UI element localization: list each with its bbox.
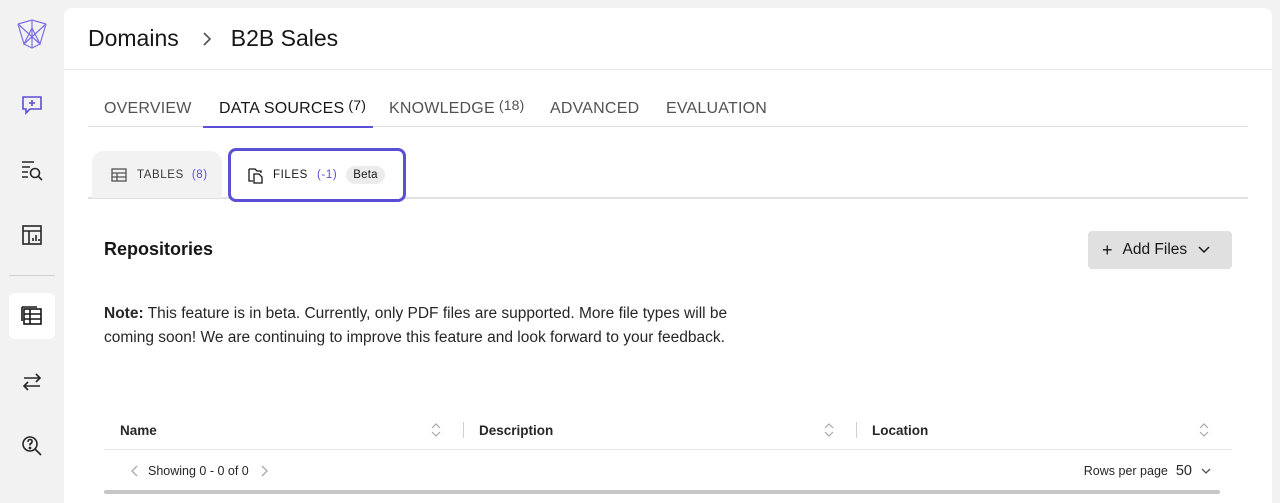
chevron-down-icon [1197, 245, 1211, 255]
table-icon [21, 306, 42, 325]
subtab-files[interactable]: FILES (-1) Beta [228, 148, 406, 202]
chevron-right-icon [201, 30, 213, 48]
subtab-label: TABLES [137, 168, 184, 181]
sidebar-divider [9, 275, 55, 276]
tab-data-sources[interactable]: DATA SOURCES (7) [203, 88, 373, 128]
column-header-name[interactable]: Name [120, 410, 157, 450]
subtab-count: (8) [191, 168, 208, 181]
plus-icon: + [1102, 240, 1113, 260]
transfer-button[interactable] [9, 359, 55, 405]
horizontal-scrollbar[interactable] [104, 490, 1220, 494]
main-tabs: OVERVIEW DATA SOURCES (7) KNOWLEDGE (18) A… [88, 88, 1248, 128]
app-logo-icon[interactable] [14, 16, 50, 52]
beta-note: Note: This feature is in beta. Currently… [104, 302, 734, 350]
search-list-icon [22, 161, 43, 181]
chart-table-icon [22, 225, 42, 245]
chat-plus-icon [22, 96, 42, 115]
tab-advanced[interactable]: ADVANCED [534, 88, 644, 127]
column-header-location[interactable]: Location [872, 410, 928, 450]
help-search-icon [22, 436, 42, 456]
note-prefix: Note: [104, 305, 144, 322]
chevron-down-icon[interactable] [1200, 466, 1212, 476]
next-page-icon[interactable] [259, 464, 269, 478]
tab-label: ADVANCED [550, 100, 640, 117]
tab-label: DATA SOURCES [219, 100, 345, 117]
table-icon [111, 167, 127, 182]
breadcrumb-current: B2B Sales [230, 25, 339, 51]
search-button[interactable] [9, 147, 55, 193]
column-divider [856, 422, 857, 438]
tab-label: OVERVIEW [104, 100, 192, 117]
column-header-description[interactable]: Description [479, 410, 553, 450]
note-text: This feature is in beta. Currently, only… [104, 305, 728, 346]
main-panel: Domains B2B Sales OVERVIEW DATA SOURCES(… [64, 8, 1272, 503]
beta-badge: Beta [346, 166, 385, 184]
file-copy-icon [248, 168, 263, 184]
prev-page-icon[interactable] [130, 464, 140, 478]
subtab-count: (-1) [316, 169, 338, 181]
tab-label: KNOWLEDGE [389, 100, 495, 117]
breadcrumb: Domains B2B Sales [64, 8, 1272, 70]
arrows-icon [22, 373, 42, 391]
data-source-subtabs: TABLES (8) FILES (-1) Beta [88, 148, 1248, 202]
tab-label: EVALUATION [666, 100, 767, 117]
table-header: Name Description Location [104, 410, 1232, 450]
subtab-tables[interactable]: TABLES (8) [92, 151, 222, 198]
add-files-button[interactable]: + Add Files [1088, 231, 1232, 269]
new-chat-button[interactable] [9, 82, 55, 128]
rows-per-page-label: Rows per page [1083, 464, 1168, 478]
tab-count: (18) [498, 97, 525, 113]
add-files-label: Add Files [1122, 241, 1188, 258]
subtab-label: FILES [273, 169, 308, 181]
sort-icon[interactable] [430, 421, 442, 439]
tab-overview[interactable]: OVERVIEW [88, 88, 200, 127]
tab-count: (7) [348, 97, 367, 113]
tab-knowledge[interactable]: KNOWLEDGE (18) [373, 88, 525, 127]
tab-evaluation[interactable]: EVALUATION [650, 88, 780, 127]
help-search-button[interactable] [9, 423, 55, 469]
breadcrumb-root[interactable]: Domains [88, 25, 179, 52]
sidebar [0, 0, 64, 503]
section-title: Repositories [104, 239, 214, 259]
domains-button[interactable] [9, 293, 55, 339]
pagination: Showing 0 - 0 of 0 Rows per page 50 [104, 460, 1232, 484]
sort-icon[interactable] [823, 421, 835, 439]
pagination-status: Showing 0 - 0 of 0 [148, 464, 249, 478]
column-divider [463, 422, 464, 438]
dashboard-button[interactable] [9, 212, 55, 258]
sort-icon[interactable] [1198, 421, 1210, 439]
rows-per-page-select[interactable]: 50 [1176, 463, 1192, 479]
